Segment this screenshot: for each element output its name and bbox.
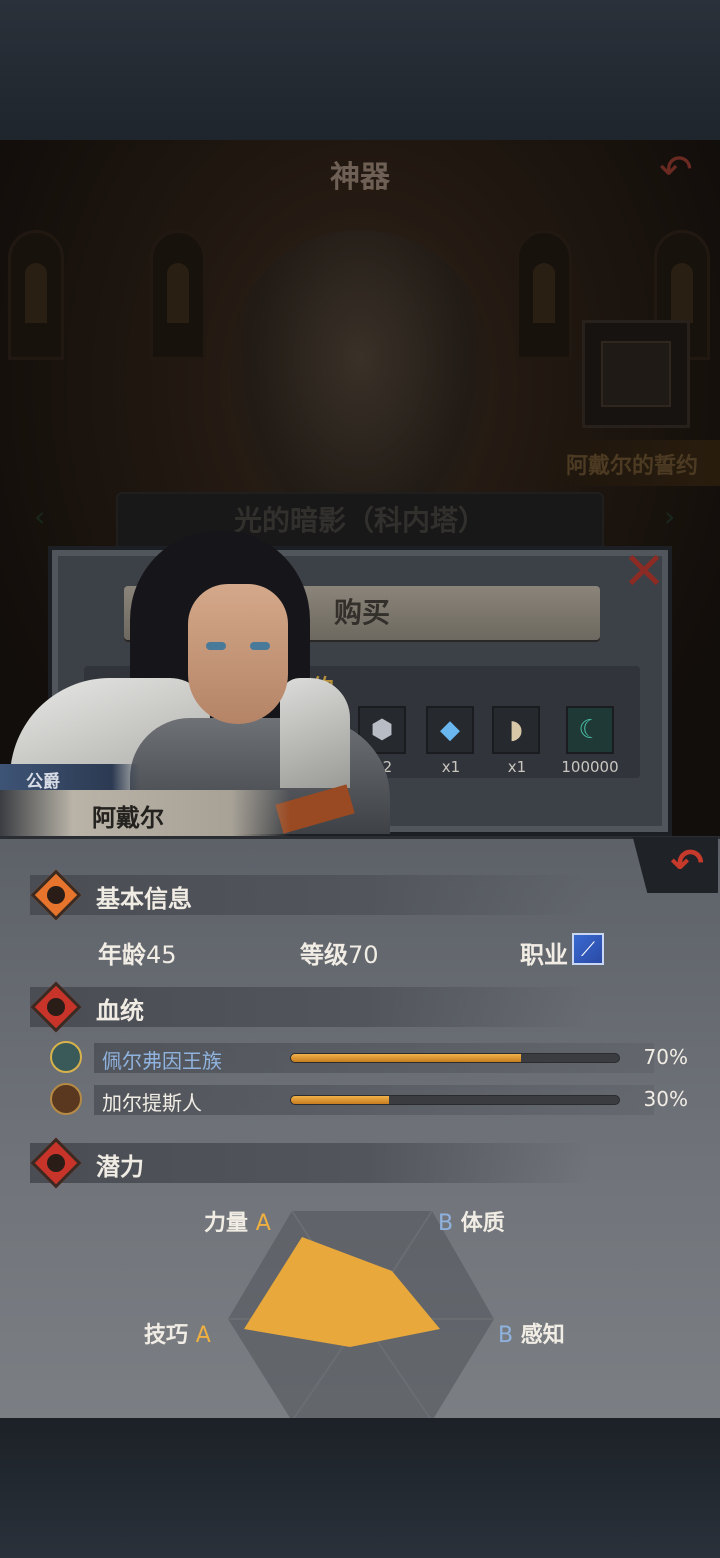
potential-perception: B 感知 [498,1317,565,1349]
royal-crest-icon [50,1041,82,1073]
bloodline-percent: 70% [643,1045,688,1069]
job-stat: 职业 [520,935,568,970]
character-eye [206,642,226,650]
section-title: 潜力 [96,1153,144,1181]
bloodline-name: 佩尔弗因王族 [102,1049,222,1073]
blood-drop-icon [30,981,82,1033]
level-label: 等级 [300,941,348,969]
potential-radar [228,1210,494,1421]
age-label: 年龄 [98,941,146,969]
sword-icon[interactable]: ⟋ [572,933,604,965]
character-fur-collar [280,678,350,788]
footprints-icon [30,1137,82,1189]
bloodline-bar [290,1053,620,1063]
item-qty: x1 [441,758,461,776]
character-info-panel: ↶ 基本信息 年龄45 等级70 职业 ⟋ 血统 佩尔弗因王族 70% 加尔提斯… [0,836,720,1421]
crystal-icon: ◆ [426,706,474,754]
beast-crest-icon [50,1083,82,1115]
stat-label: 感知 [520,1323,565,1348]
bottom-background [0,1418,720,1558]
stat-label: 体质 [460,1211,505,1236]
back-arrow-icon: ↶ [670,841,704,887]
scene-title: 神器 [330,160,390,195]
rank-badge: 公爵 [0,764,140,792]
section-title: 血统 [96,997,144,1025]
section-title: 基本信息 [96,885,192,913]
bloodline-fill [291,1054,521,1062]
age-value: 45 [146,941,177,969]
top-background [0,0,720,140]
potential-strength: 力量 A [204,1205,271,1237]
horn-icon: ◗ [492,706,540,754]
stat-label: 力量 [204,1211,249,1236]
section-potential: 潜力 [30,1137,590,1189]
potential-skill: 技巧 A [144,1317,211,1349]
stat-grade: B [498,1323,514,1348]
stat-grade: A [195,1323,211,1348]
potential-constitution: B 体质 [438,1205,505,1237]
character-eye [250,642,270,650]
stat-grade: A [255,1211,271,1236]
back-button[interactable]: ↶ [632,837,718,893]
stat-label: 技巧 [144,1323,189,1348]
level-stat: 等级70 [300,935,379,970]
section-basic-info: 基本信息 [30,869,590,921]
character-name: 阿戴尔 [0,790,290,836]
bloodline-bar [290,1095,620,1105]
cost-item[interactable]: ◗ x1 [492,706,542,776]
job-label: 职业 [520,941,568,969]
stat-grade: B [438,1211,454,1236]
person-icon [30,869,82,921]
close-icon[interactable]: ✕ [616,546,672,602]
bloodline-row[interactable]: 加尔提斯人 30% [50,1083,700,1117]
level-value: 70 [348,941,379,969]
back-arrow-icon[interactable]: ↶ [644,148,708,192]
cost-item[interactable]: ◆ x1 [426,706,476,776]
gold-coin-icon: ☾ [566,706,614,754]
bloodline-percent: 30% [643,1087,688,1111]
item-qty: x1 [507,758,527,776]
age-stat: 年龄45 [98,935,177,970]
cost-item[interactable]: ☾ 100000 [550,706,630,776]
item-qty: 100000 [561,758,619,776]
bloodline-fill [291,1096,390,1104]
bloodline-name: 加尔提斯人 [102,1091,202,1115]
section-bloodline: 血统 [30,981,590,1033]
bloodline-row[interactable]: 佩尔弗因王族 70% [50,1041,700,1075]
character-face [188,584,288,724]
